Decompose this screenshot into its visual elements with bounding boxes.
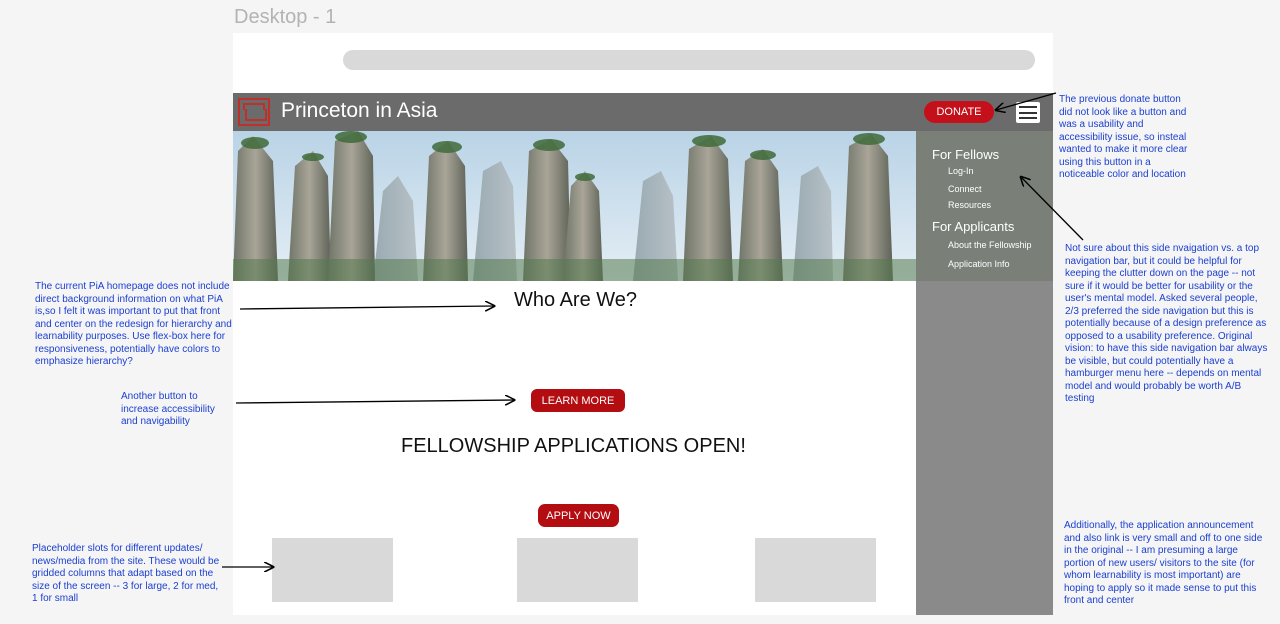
- sidebar-item-about-fellowship[interactable]: About the Fellowship: [948, 240, 1032, 250]
- media-placeholder-slot[interactable]: [755, 538, 876, 602]
- media-placeholder-slot[interactable]: [272, 538, 393, 602]
- pia-logo-icon[interactable]: [238, 98, 270, 126]
- annotation-placeholder-slots: Placeholder slots for different updates/…: [32, 543, 220, 604]
- apply-now-button[interactable]: APPLY NOW: [538, 504, 619, 527]
- annotation-another-button: Another button to increase accessibility…: [121, 391, 215, 427]
- browser-url-bar[interactable]: [343, 50, 1035, 70]
- side-navigation: For Fellows Log-In Connect Resources For…: [916, 131, 1053, 615]
- sidebar-item-log-in[interactable]: Log-In: [948, 166, 974, 176]
- learn-more-button[interactable]: LEARN MORE: [531, 389, 625, 412]
- frame-title: Desktop - 1: [234, 6, 337, 28]
- hamburger-menu-icon[interactable]: [1016, 102, 1040, 123]
- sidebar-item-resources[interactable]: Resources: [948, 200, 991, 210]
- annotation-donate: The previous donate button did not look …: [1059, 94, 1188, 180]
- fellowship-banner: FELLOWSHIP APPLICATIONS OPEN!: [401, 435, 746, 457]
- annotation-background-info: The current PiA homepage does not includ…: [35, 281, 232, 367]
- donate-button[interactable]: DONATE: [924, 101, 994, 123]
- sidebar-heading-applicants[interactable]: For Applicants: [932, 219, 1014, 234]
- annotation-side-nav: Not sure about this side nvaigation vs. …: [1065, 243, 1268, 404]
- site-title[interactable]: Princeton in Asia: [281, 99, 437, 123]
- sidebar-heading-fellows[interactable]: For Fellows: [932, 147, 999, 162]
- sidebar-item-application-info[interactable]: Application Info: [948, 259, 1010, 269]
- media-placeholder-slot[interactable]: [517, 538, 638, 602]
- sidebar-item-connect[interactable]: Connect: [948, 184, 982, 194]
- site-header: Princeton in Asia DONATE: [233, 93, 1053, 131]
- desktop-frame: Princeton in Asia DONATE For Fellows Log…: [233, 33, 1053, 615]
- annotation-application: Additionally, the application announceme…: [1064, 520, 1263, 606]
- who-are-we-heading: Who Are We?: [514, 289, 638, 311]
